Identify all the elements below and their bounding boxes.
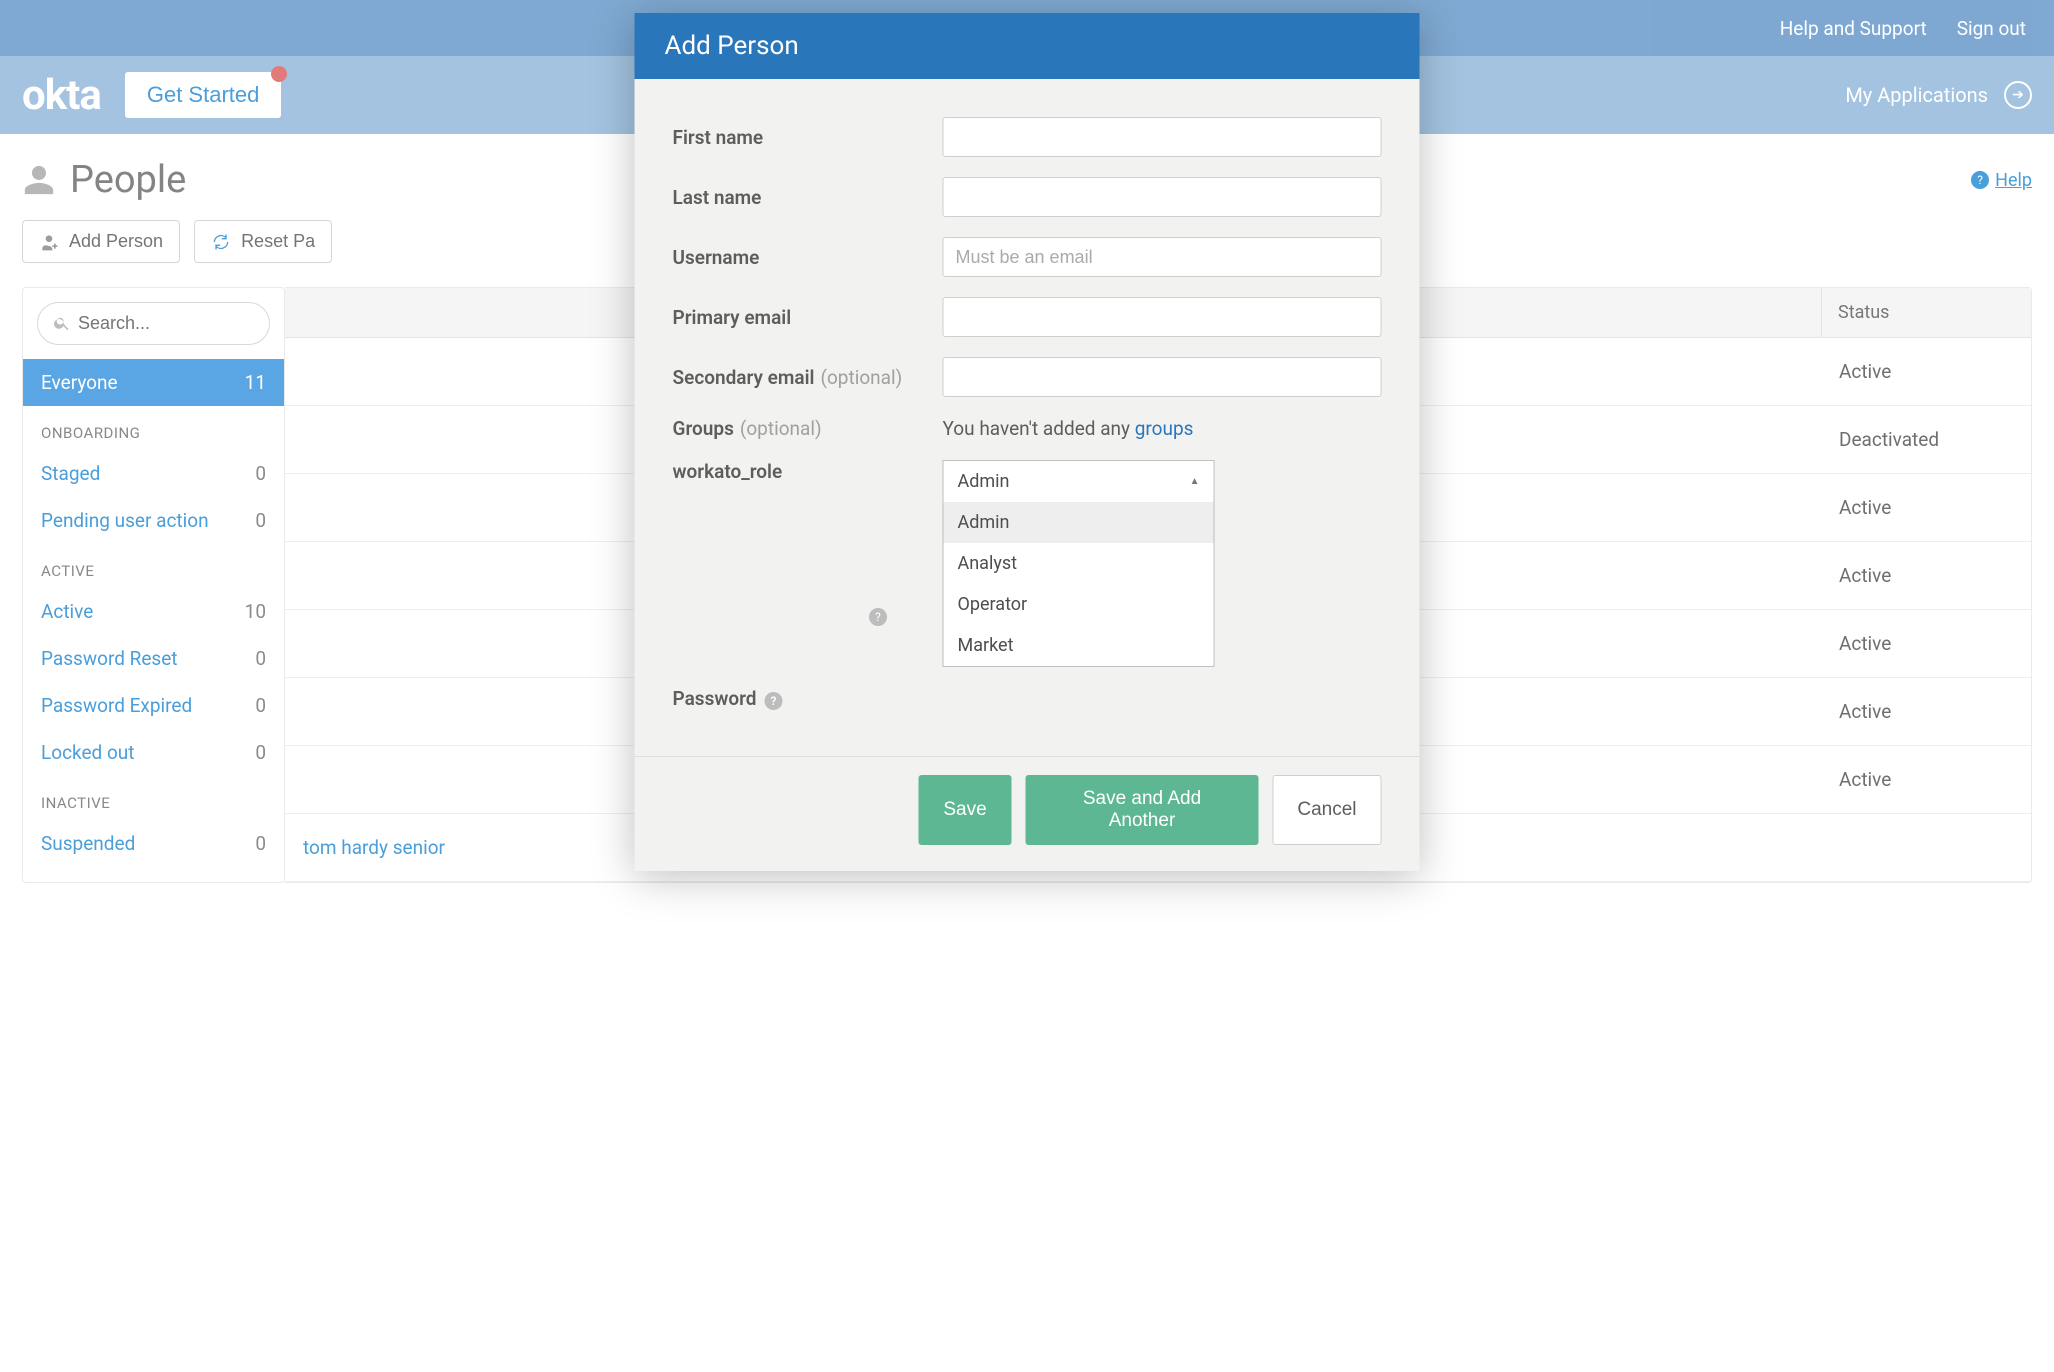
sidebar-section-header: ONBOARDING	[23, 406, 284, 450]
sidebar-item-label: Everyone	[41, 371, 118, 394]
dropdown-selected-text: Admin	[958, 471, 1010, 492]
sign-out-link[interactable]: Sign out	[1957, 17, 2026, 40]
sidebar-item-count: 10	[245, 600, 266, 623]
sidebar-item-count: 0	[255, 509, 266, 532]
hidden-help-icon: ?	[869, 608, 887, 626]
primary-email-label: Primary email	[673, 306, 943, 329]
username-label: Username	[673, 246, 943, 269]
reset-passwords-button[interactable]: Reset Pa	[194, 220, 332, 263]
help-label: Help	[1995, 170, 2032, 191]
search-icon	[53, 314, 71, 332]
refresh-icon	[211, 232, 231, 252]
workato-role-label: workato_role	[673, 460, 943, 483]
last-name-input[interactable]	[943, 177, 1382, 217]
first-name-input[interactable]	[943, 117, 1382, 157]
dropdown-option[interactable]: Operator	[944, 584, 1214, 625]
sidebar-item[interactable]: Staged 0	[23, 450, 284, 497]
person-status-cell: Active	[1821, 474, 2031, 541]
sidebar-item-count: 0	[255, 832, 266, 855]
save-add-another-button[interactable]: Save and Add Another	[1026, 775, 1259, 845]
secondary-email-label: Secondary email(optional)	[673, 366, 943, 389]
sidebar-item[interactable]: Password Reset 0	[23, 635, 284, 682]
groups-empty-text: You haven't added any groups	[943, 417, 1194, 440]
person-status-cell: Active	[1821, 678, 2031, 745]
help-link[interactable]: ? Help	[1971, 170, 2032, 191]
last-name-label: Last name	[673, 186, 943, 209]
workato-role-dropdown[interactable]: Admin ▲ AdminAnalystOperatorMarket	[943, 460, 1215, 667]
person-status-cell: Active	[1821, 610, 2031, 677]
notification-dot-icon	[271, 66, 287, 82]
person-status-cell	[1821, 814, 2031, 881]
sidebar-section-header: INACTIVE	[23, 776, 284, 820]
sidebar-item-label: Pending user action	[41, 509, 209, 532]
sidebar-item-label: Staged	[41, 462, 100, 485]
first-name-label: First name	[673, 126, 943, 149]
sidebar-item[interactable]: Password Expired 0	[23, 682, 284, 729]
person-icon	[22, 163, 56, 197]
groups-link[interactable]: groups	[1135, 417, 1194, 440]
username-input[interactable]	[943, 237, 1382, 277]
dropdown-arrow-icon: ▲	[1190, 476, 1200, 487]
modal-title: Add Person	[635, 13, 1420, 79]
person-status-cell: Active	[1821, 542, 2031, 609]
my-applications-link[interactable]: My Applications	[1845, 81, 2032, 109]
primary-email-input[interactable]	[943, 297, 1382, 337]
page-title: People	[22, 158, 186, 202]
sidebar-item[interactable]: Active 10	[23, 588, 284, 635]
add-person-icon	[39, 232, 59, 252]
sidebar-item-label: Active	[41, 600, 93, 623]
person-status-cell: Active	[1821, 746, 2031, 813]
sidebar-section-header: ACTIVE	[23, 544, 284, 588]
save-button[interactable]: Save	[918, 775, 1011, 845]
cancel-button[interactable]: Cancel	[1272, 775, 1381, 845]
sidebar-item-count: 0	[255, 647, 266, 670]
dropdown-option[interactable]: Market	[944, 625, 1214, 666]
person-status-cell: Active	[1821, 338, 2031, 405]
sidebar-item[interactable]: Everyone 11	[23, 359, 284, 406]
sidebar-item-count: 0	[255, 741, 266, 764]
search-input[interactable]	[37, 302, 270, 345]
sidebar: Everyone11ONBOARDINGStaged0Pending user …	[22, 287, 285, 883]
sidebar-item-label: Suspended	[41, 832, 135, 855]
add-person-modal: Add Person First name Last name Username…	[635, 13, 1420, 871]
sidebar-item[interactable]: Locked out 0	[23, 729, 284, 776]
table-header-status[interactable]: Status	[1821, 288, 2031, 337]
my-applications-label: My Applications	[1845, 83, 1988, 107]
dropdown-option[interactable]: Admin	[944, 502, 1214, 543]
arrow-circle-icon	[2004, 81, 2032, 109]
sidebar-item-count: 0	[255, 694, 266, 717]
get-started-label: Get Started	[147, 82, 260, 107]
password-help-icon[interactable]: ?	[764, 692, 782, 710]
dropdown-option[interactable]: Analyst	[944, 543, 1214, 584]
reset-passwords-label: Reset Pa	[241, 231, 315, 252]
help-support-link[interactable]: Help and Support	[1780, 17, 1927, 40]
help-icon: ?	[1971, 171, 1989, 189]
sidebar-item-label: Password Expired	[41, 694, 192, 717]
get-started-button[interactable]: Get Started	[125, 72, 282, 118]
add-person-button[interactable]: Add Person	[22, 220, 180, 263]
sidebar-item-count: 0	[255, 462, 266, 485]
sidebar-item[interactable]: Suspended 0	[23, 820, 284, 867]
page-title-text: People	[70, 158, 186, 202]
sidebar-item-label: Password Reset	[41, 647, 178, 670]
sidebar-item[interactable]: Pending user action 0	[23, 497, 284, 544]
secondary-email-input[interactable]	[943, 357, 1382, 397]
groups-label: Groups(optional)	[673, 417, 943, 440]
password-label: Password?	[673, 687, 943, 710]
sidebar-item-count: 11	[245, 371, 266, 394]
add-person-label: Add Person	[69, 231, 163, 252]
person-status-cell: Deactivated	[1821, 406, 2031, 473]
okta-logo: okta	[22, 71, 101, 120]
sidebar-item-label: Locked out	[41, 741, 135, 764]
dropdown-selected[interactable]: Admin ▲	[944, 461, 1214, 502]
